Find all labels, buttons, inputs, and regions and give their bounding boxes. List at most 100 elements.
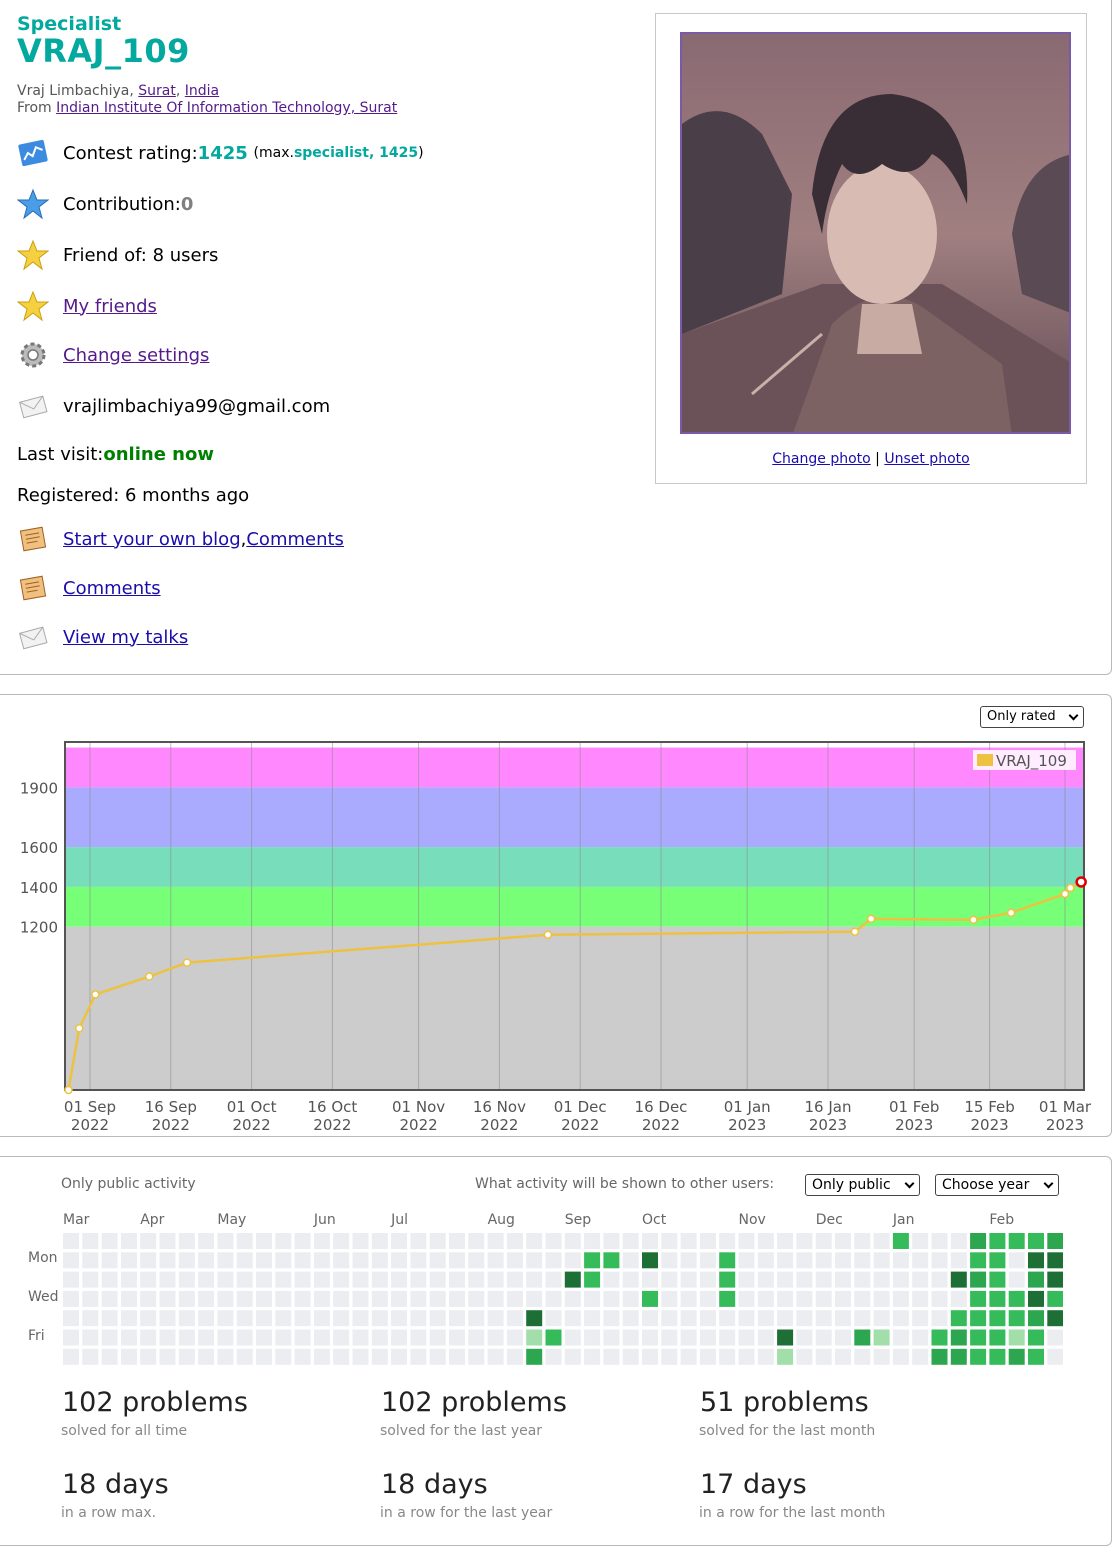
activity-cell[interactable] (1047, 1233, 1063, 1249)
activity-cell[interactable] (526, 1233, 543, 1249)
activity-cell[interactable] (680, 1310, 697, 1327)
activity-cell[interactable] (950, 1271, 967, 1288)
activity-cell[interactable] (429, 1271, 446, 1288)
activity-cell[interactable] (391, 1233, 408, 1249)
activity-cell[interactable] (564, 1310, 581, 1327)
activity-cell[interactable] (468, 1271, 485, 1288)
activity-cell[interactable] (642, 1329, 658, 1346)
activity-cell[interactable] (989, 1348, 1006, 1365)
activity-cell[interactable] (854, 1310, 871, 1327)
activity-cell[interactable] (757, 1271, 774, 1288)
activity-cell[interactable] (950, 1233, 967, 1249)
activity-cell[interactable] (449, 1310, 465, 1327)
activity-cell[interactable] (371, 1252, 388, 1269)
activity-cell[interactable] (1047, 1290, 1063, 1307)
activity-cell[interactable] (854, 1252, 871, 1269)
activity-cell[interactable] (661, 1290, 678, 1307)
activity-cell[interactable] (140, 1329, 157, 1346)
activity-cell[interactable] (661, 1348, 678, 1365)
activity-cell[interactable] (603, 1252, 620, 1269)
activity-cell[interactable] (661, 1252, 678, 1269)
activity-cell[interactable] (1008, 1348, 1025, 1365)
activity-cell[interactable] (178, 1233, 195, 1249)
activity-cell[interactable] (603, 1233, 620, 1249)
activity-cell[interactable] (931, 1290, 948, 1307)
activity-cell[interactable] (256, 1290, 272, 1307)
activity-cell[interactable] (236, 1271, 253, 1288)
activity-cell[interactable] (256, 1329, 272, 1346)
activity-cell[interactable] (468, 1233, 485, 1249)
activity-cell[interactable] (410, 1233, 427, 1249)
activity-cell[interactable] (564, 1233, 581, 1249)
activity-cell[interactable] (352, 1233, 369, 1249)
activity-cell[interactable] (487, 1329, 504, 1346)
activity-cell[interactable] (101, 1329, 118, 1346)
activity-cell[interactable] (391, 1329, 408, 1346)
activity-cell[interactable] (236, 1329, 253, 1346)
activity-cell[interactable] (313, 1329, 330, 1346)
activity-cell[interactable] (352, 1252, 369, 1269)
activity-cell[interactable] (140, 1310, 157, 1327)
rating-point[interactable] (543, 930, 553, 939)
activity-cell[interactable] (719, 1233, 736, 1249)
activity-cell[interactable] (738, 1233, 755, 1249)
activity-cell[interactable] (796, 1271, 813, 1288)
activity-cell[interactable] (738, 1271, 755, 1288)
activity-cell[interactable] (970, 1310, 987, 1327)
activity-cell[interactable] (1008, 1233, 1025, 1249)
activity-cell[interactable] (622, 1271, 639, 1288)
activity-cell[interactable] (912, 1252, 929, 1269)
activity-cell[interactable] (815, 1348, 832, 1365)
activity-cell[interactable] (757, 1252, 774, 1269)
activity-cell[interactable] (1008, 1329, 1025, 1346)
activity-cell[interactable] (989, 1271, 1006, 1288)
activity-cell[interactable] (410, 1290, 427, 1307)
activity-cell[interactable] (294, 1252, 311, 1269)
activity-cell[interactable] (178, 1252, 195, 1269)
activity-cell[interactable] (931, 1348, 948, 1365)
activity-cell[interactable] (989, 1310, 1006, 1327)
activity-cell[interactable] (815, 1271, 832, 1288)
activity-cell[interactable] (912, 1271, 929, 1288)
rating-point[interactable] (1066, 883, 1075, 893)
rating-point[interactable] (866, 914, 876, 924)
activity-cell[interactable] (217, 1271, 234, 1288)
activity-cell[interactable] (333, 1329, 350, 1346)
activity-cell[interactable] (699, 1271, 716, 1288)
activity-cell[interactable] (391, 1348, 408, 1365)
activity-cell[interactable] (873, 1290, 890, 1307)
activity-cell[interactable] (1028, 1233, 1044, 1249)
activity-cell[interactable] (198, 1348, 215, 1365)
activity-cell[interactable] (1008, 1290, 1025, 1307)
activity-cell[interactable] (120, 1271, 137, 1288)
activity-cell[interactable] (178, 1310, 195, 1327)
activity-cell[interactable] (1047, 1271, 1063, 1288)
activity-cell[interactable] (506, 1233, 523, 1249)
activity-cell[interactable] (564, 1329, 581, 1346)
activity-cell[interactable] (642, 1348, 658, 1365)
activity-cell[interactable] (699, 1348, 716, 1365)
activity-cell[interactable] (835, 1310, 851, 1327)
activity-cell[interactable] (140, 1271, 157, 1288)
activity-cell[interactable] (950, 1290, 967, 1307)
activity-cell[interactable] (526, 1252, 543, 1269)
activity-cell[interactable] (545, 1271, 562, 1288)
activity-cell[interactable] (661, 1329, 678, 1346)
activity-cell[interactable] (989, 1290, 1006, 1307)
activity-cell[interactable] (101, 1252, 118, 1269)
activity-cell[interactable] (719, 1252, 736, 1269)
activity-cell[interactable] (506, 1329, 523, 1346)
activity-cell[interactable] (950, 1348, 967, 1365)
activity-cell[interactable] (777, 1290, 794, 1307)
activity-cell[interactable] (352, 1271, 369, 1288)
activity-cell[interactable] (352, 1329, 369, 1346)
activity-cell[interactable] (140, 1233, 157, 1249)
activity-cell[interactable] (217, 1252, 234, 1269)
activity-cell[interactable] (796, 1329, 813, 1346)
activity-cell[interactable] (333, 1290, 350, 1307)
activity-cell[interactable] (101, 1290, 118, 1307)
rating-point[interactable] (145, 972, 154, 981)
activity-cell[interactable] (622, 1233, 639, 1249)
activity-cell[interactable] (603, 1290, 620, 1307)
activity-cell[interactable] (989, 1252, 1006, 1269)
